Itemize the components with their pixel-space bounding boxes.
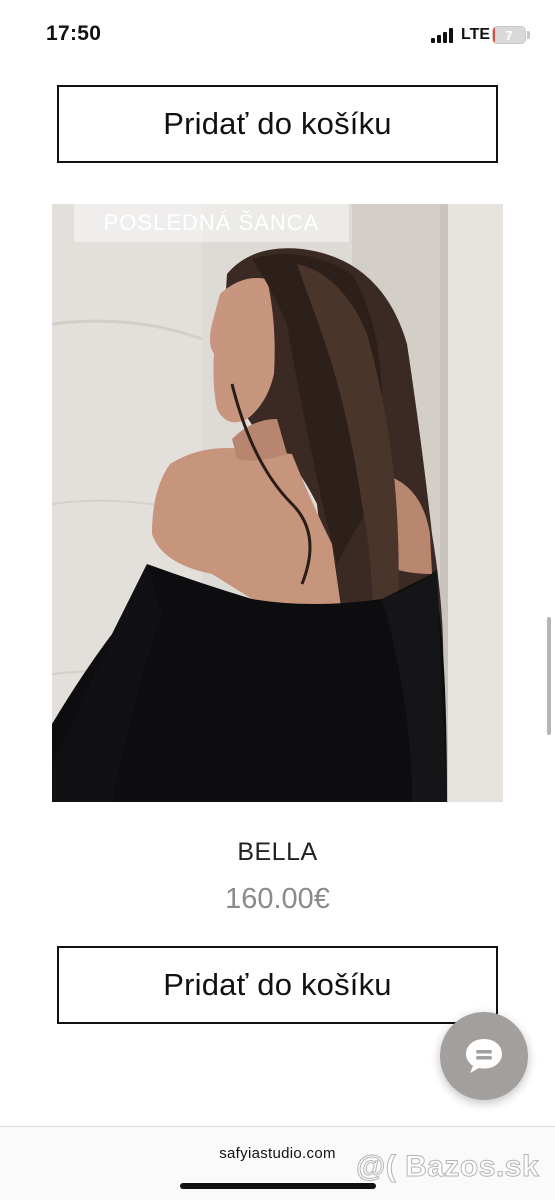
product-image[interactable]: POSLEDNÁ ŠANCA <box>52 204 503 802</box>
product-photo-icon <box>52 204 503 802</box>
battery-level: 7 <box>505 28 513 43</box>
chat-bubble-icon <box>466 1039 502 1073</box>
add-to-cart-button-previous[interactable]: Pridať do košíku <box>57 85 498 163</box>
battery-icon: 7 <box>492 26 526 44</box>
battery-nub <box>527 31 530 39</box>
chat-button[interactable] <box>440 1012 528 1100</box>
home-indicator[interactable] <box>180 1183 376 1189</box>
page: 17:50 LTE 7 Pridať do košíku POSLEDNÁ ŠA… <box>0 0 555 1200</box>
add-to-cart-button[interactable]: Pridať do košíku <box>57 946 498 1024</box>
signal-strength-icon <box>431 28 455 43</box>
last-chance-badge: POSLEDNÁ ŠANCA <box>74 204 349 242</box>
watermark: @( Bazos.sk <box>355 1150 540 1184</box>
product-price: 160.00€ <box>225 883 330 915</box>
status-time: 17:50 <box>46 22 102 45</box>
status-bar: 17:50 LTE 7 <box>0 0 555 70</box>
scrollbar[interactable] <box>547 617 551 735</box>
network-type: LTE <box>461 26 491 43</box>
product-name[interactable]: BELLA <box>0 838 555 867</box>
